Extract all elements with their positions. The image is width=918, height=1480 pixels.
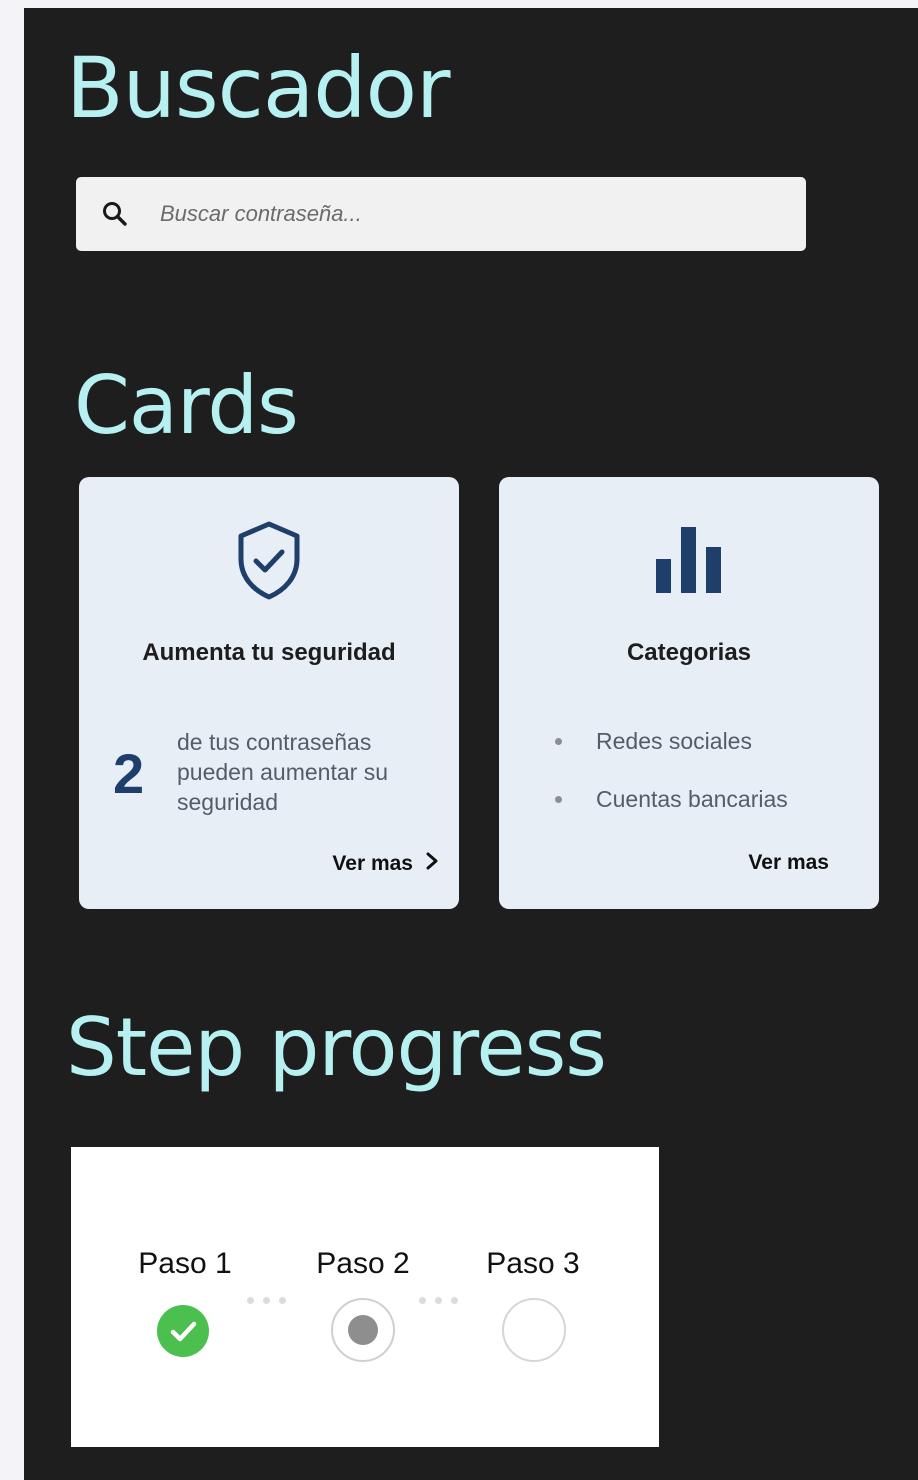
category-item[interactable]: Redes sociales [555,725,788,757]
chevron-right-icon [413,851,439,877]
category-item[interactable]: Cuentas bancarias [555,783,788,815]
security-ver-mas-label: Ver mas [332,852,413,875]
section-title-buscador: Buscador [66,39,451,137]
security-ver-mas-link[interactable]: Ver mas [332,851,439,877]
step-2-label: Paso 2 [316,1247,410,1280]
categories-card-title: Categorias [626,639,752,666]
categories-ver-mas-label: Ver mas [748,851,829,874]
weak-password-count: 2 [113,742,145,805]
section-title-step-progress: Step progress [66,1001,607,1094]
security-card-title: Aumenta tu seguridad [142,639,396,666]
bullet-icon [555,795,562,803]
categories-list: Redes sociales Cuentas bancarias [555,725,788,841]
component-showcase-panel: Buscador Cards Aumenta tu seguridad 2 de… [24,8,918,1480]
step-1-completed-indicator[interactable] [157,1305,209,1357]
step-3-pending-indicator[interactable] [502,1298,566,1362]
category-label: Redes sociales [596,727,752,754]
current-step-dot [348,1315,378,1345]
security-description: de tus contraseñas pueden aumentar su se… [177,729,388,815]
security-card: Aumenta tu seguridad 2 de tus contraseña… [79,477,459,909]
search-input[interactable] [158,200,762,228]
step-progress: Paso 1 Paso 2 Paso 3 [71,1147,659,1447]
categories-ver-mas-link[interactable]: Ver mas [748,851,829,875]
bar-chart-icon [654,525,724,600]
check-icon [170,1321,197,1342]
step-3-label: Paso 3 [486,1247,580,1280]
category-label: Cuentas bancarias [596,785,788,812]
step-connector-2 [419,1297,458,1304]
search-bar[interactable] [76,177,806,251]
section-title-cards: Cards [74,359,299,452]
search-icon [100,199,130,229]
step-1-label: Paso 1 [138,1247,232,1280]
shield-check-icon [234,519,304,608]
step-connector-1 [247,1297,286,1304]
bullet-icon [555,737,562,745]
categories-card: Categorias Redes sociales Cuentas bancar… [499,477,879,909]
step-2-current-indicator[interactable] [331,1298,395,1362]
